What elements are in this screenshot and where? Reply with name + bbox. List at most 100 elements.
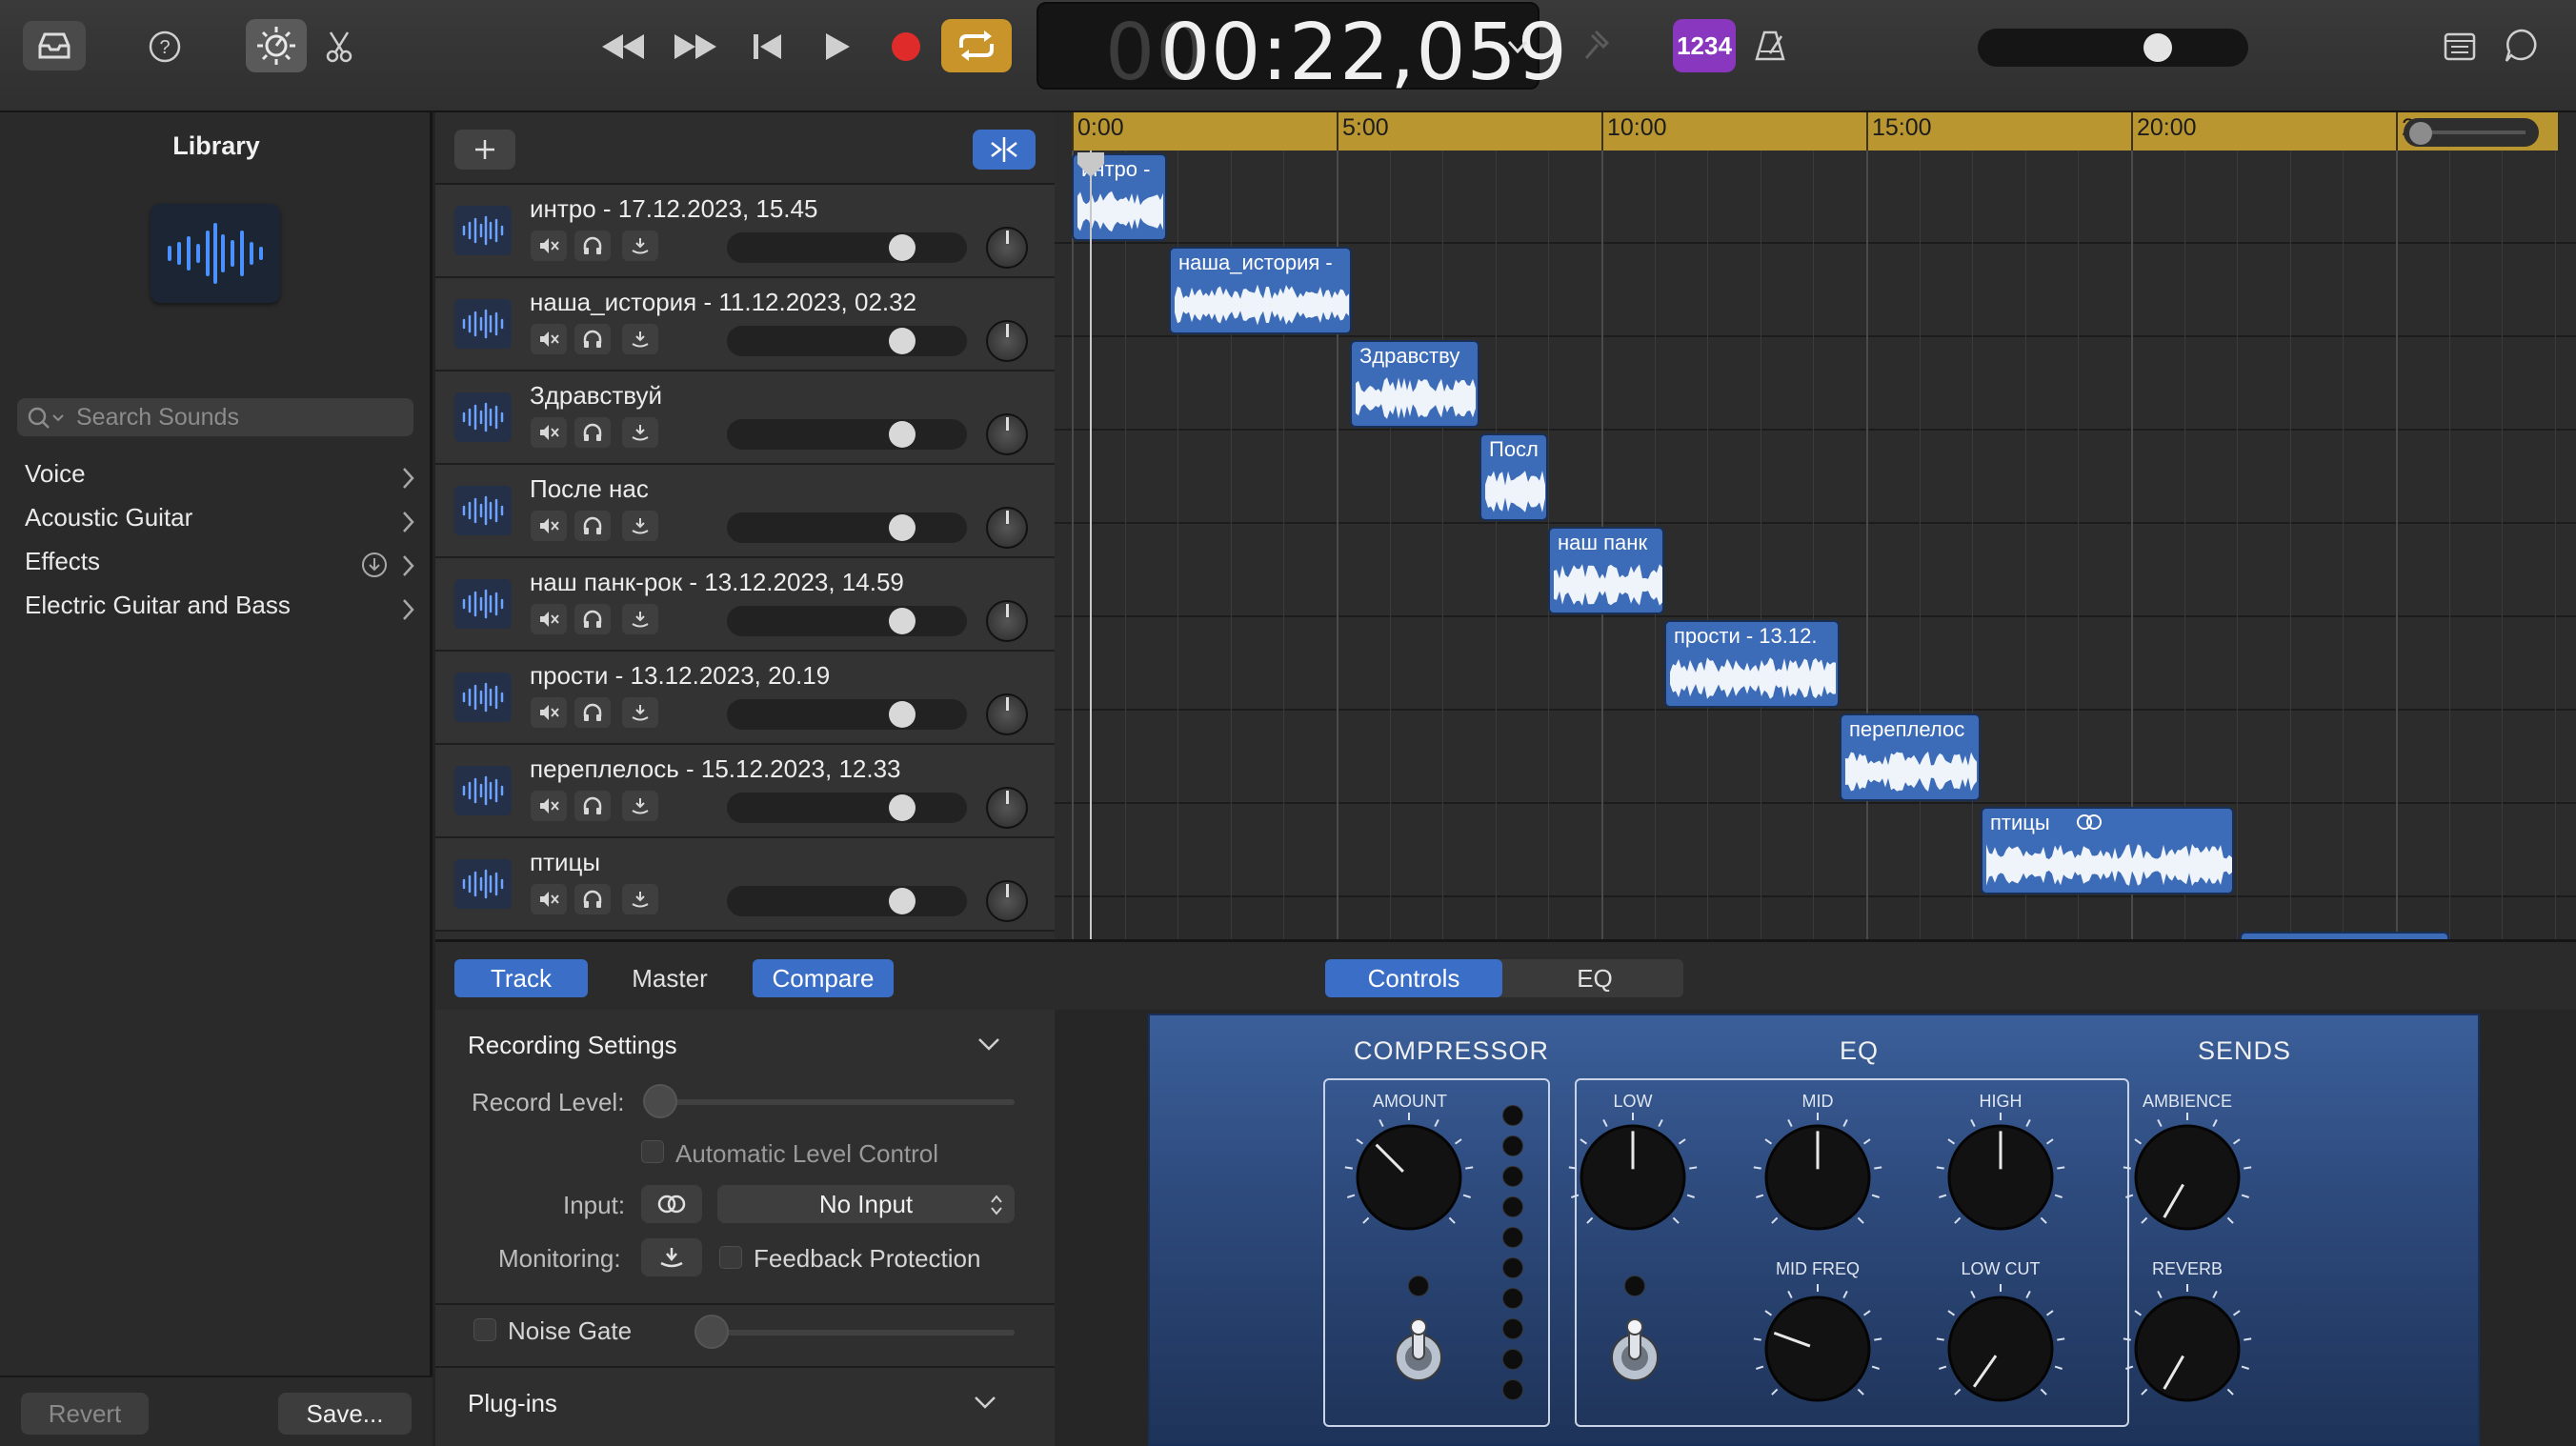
track-name[interactable]: наш панк-рок - 13.12.2023, 14.59 [530, 568, 904, 597]
tab-controls[interactable]: Controls [1325, 959, 1502, 997]
track-volume-slider[interactable] [727, 606, 967, 636]
track-name[interactable]: переплелось - 15.12.2023, 12.33 [530, 754, 901, 784]
search-sounds-field[interactable]: Search Sounds [17, 398, 413, 436]
track-volume-slider[interactable] [727, 699, 967, 730]
record-button[interactable] [882, 25, 930, 69]
track-header[interactable]: После нас [435, 465, 1055, 558]
master-volume-slider[interactable] [1978, 29, 2248, 67]
track-volume-thumb[interactable] [889, 234, 916, 261]
monitoring-button[interactable] [641, 1238, 702, 1276]
track-volume-slider[interactable] [727, 232, 967, 263]
chevron-down-icon[interactable] [975, 1033, 1003, 1055]
track-volume-slider[interactable] [727, 326, 967, 356]
track-header[interactable]: наш панк-рок - 13.12.2023, 14.59 [435, 558, 1055, 652]
track-volume-thumb[interactable] [889, 514, 916, 541]
input-monitoring-button[interactable] [622, 604, 658, 634]
track-name[interactable]: интро - 17.12.2023, 15.45 [530, 194, 817, 224]
track-volume-slider[interactable] [727, 512, 967, 543]
solo-button[interactable] [574, 604, 611, 634]
input-monitoring-button[interactable] [622, 324, 658, 354]
audio-region[interactable]: наша_история - [1169, 247, 1352, 334]
ambience-send-knob[interactable] [2115, 1105, 2260, 1250]
editors-button[interactable] [318, 25, 360, 69]
mute-button[interactable] [531, 791, 567, 821]
mute-button[interactable] [531, 231, 567, 261]
noise-gate-thumb[interactable] [694, 1315, 729, 1349]
add-track-button[interactable] [454, 130, 515, 170]
input-monitoring-button[interactable] [622, 884, 658, 914]
track-volume-thumb[interactable] [889, 701, 916, 728]
library-item-effects[interactable]: Effects [25, 547, 425, 585]
library-item-acoustic-guitar[interactable]: Acoustic Guitar [25, 503, 425, 541]
track-pan-knob[interactable] [986, 787, 1028, 829]
rewind-button[interactable] [596, 25, 650, 69]
eq-toggle-switch[interactable] [1608, 1317, 1661, 1384]
master-volume-thumb[interactable] [2143, 33, 2172, 62]
noise-gate-checkbox[interactable] [473, 1318, 496, 1341]
tab-eq[interactable]: EQ [1506, 959, 1683, 997]
track-pan-knob[interactable] [986, 320, 1028, 362]
track-header[interactable]: интро - 17.12.2023, 15.45 [435, 185, 1055, 278]
track-volume-slider[interactable] [727, 886, 967, 916]
count-in-button[interactable]: 1234 [1673, 19, 1736, 72]
input-select[interactable]: No Input [717, 1185, 1015, 1223]
track-pan-knob[interactable] [986, 227, 1028, 269]
track-header[interactable]: наша_история - 11.12.2023, 02.32 [435, 278, 1055, 372]
input-monitoring-button[interactable] [622, 417, 658, 448]
eq-mid-knob[interactable] [1745, 1105, 1890, 1250]
audio-region[interactable]: переплелос [1840, 713, 1981, 801]
lcd-display[interactable]: 00 00:22,059 [1036, 2, 1567, 98]
track-volume-slider[interactable] [727, 793, 967, 823]
mute-button[interactable] [531, 417, 567, 448]
audio-region[interactable]: птицы [1981, 807, 2234, 894]
solo-button[interactable] [574, 417, 611, 448]
smart-controls-button[interactable] [246, 19, 307, 72]
play-button[interactable] [814, 25, 861, 69]
track-pan-knob[interactable] [986, 600, 1028, 642]
track-header[interactable]: птицы [435, 838, 1055, 932]
library-button[interactable] [23, 21, 86, 70]
help-button[interactable]: ? [141, 25, 189, 69]
download-icon[interactable] [360, 551, 389, 579]
audio-region[interactable]: Посл [1479, 433, 1548, 521]
track-volume-slider[interactable] [727, 419, 967, 450]
library-item-electric-guitar-and-bass[interactable]: Electric Guitar and Bass [25, 591, 425, 629]
notepad-button[interactable] [2437, 25, 2483, 69]
track-name[interactable]: наша_история - 11.12.2023, 02.32 [530, 288, 916, 317]
revert-button[interactable]: Revert [21, 1393, 149, 1435]
track-pan-knob[interactable] [986, 413, 1028, 455]
cycle-button[interactable] [941, 19, 1012, 72]
audio-region[interactable]: Здравству [1350, 340, 1479, 428]
feedback-protection-checkbox[interactable] [719, 1246, 742, 1269]
track-pan-knob[interactable] [986, 880, 1028, 922]
input-monitoring-button[interactable] [622, 511, 658, 541]
solo-button[interactable] [574, 884, 611, 914]
chevron-down-icon[interactable] [1503, 30, 1532, 65]
fast-forward-button[interactable] [669, 25, 722, 69]
eq-low-cut-knob[interactable] [1928, 1276, 2073, 1421]
track-volume-thumb[interactable] [889, 888, 916, 914]
tab-track[interactable]: Track [454, 959, 588, 997]
library-item-voice[interactable]: Voice [25, 459, 425, 497]
track-header[interactable]: прости - 13.12.2023, 20.19 [435, 652, 1055, 745]
audio-region[interactable]: наш панк [1548, 527, 1664, 614]
save-button[interactable]: Save... [278, 1393, 412, 1435]
mute-button[interactable] [531, 511, 567, 541]
input-monitoring-button[interactable] [622, 697, 658, 728]
eq-high-knob[interactable] [1928, 1105, 2073, 1250]
playhead-handle-icon[interactable] [1076, 151, 1106, 179]
tuner-button[interactable] [1572, 25, 1620, 69]
track-pan-knob[interactable] [986, 507, 1028, 549]
audio-region[interactable]: прости - 13.12. [1664, 620, 1840, 708]
track-name[interactable]: Здравствуй [530, 381, 662, 411]
solo-button[interactable] [574, 791, 611, 821]
mute-button[interactable] [531, 604, 567, 634]
reverb-send-knob[interactable] [2115, 1276, 2260, 1421]
tracks-area[interactable]: интро - наша_история - Здравству Посл наш па… [1055, 151, 2576, 939]
zoom-slider[interactable] [2404, 118, 2539, 147]
track-volume-thumb[interactable] [889, 421, 916, 448]
input-monitoring-button[interactable] [622, 791, 658, 821]
timeline-ruler[interactable]: 0:005:0010:0015:0020:0025:00 [1055, 112, 2576, 151]
track-name[interactable]: прости - 13.12.2023, 20.19 [530, 661, 830, 691]
track-header[interactable]: Здравствуй [435, 372, 1055, 465]
